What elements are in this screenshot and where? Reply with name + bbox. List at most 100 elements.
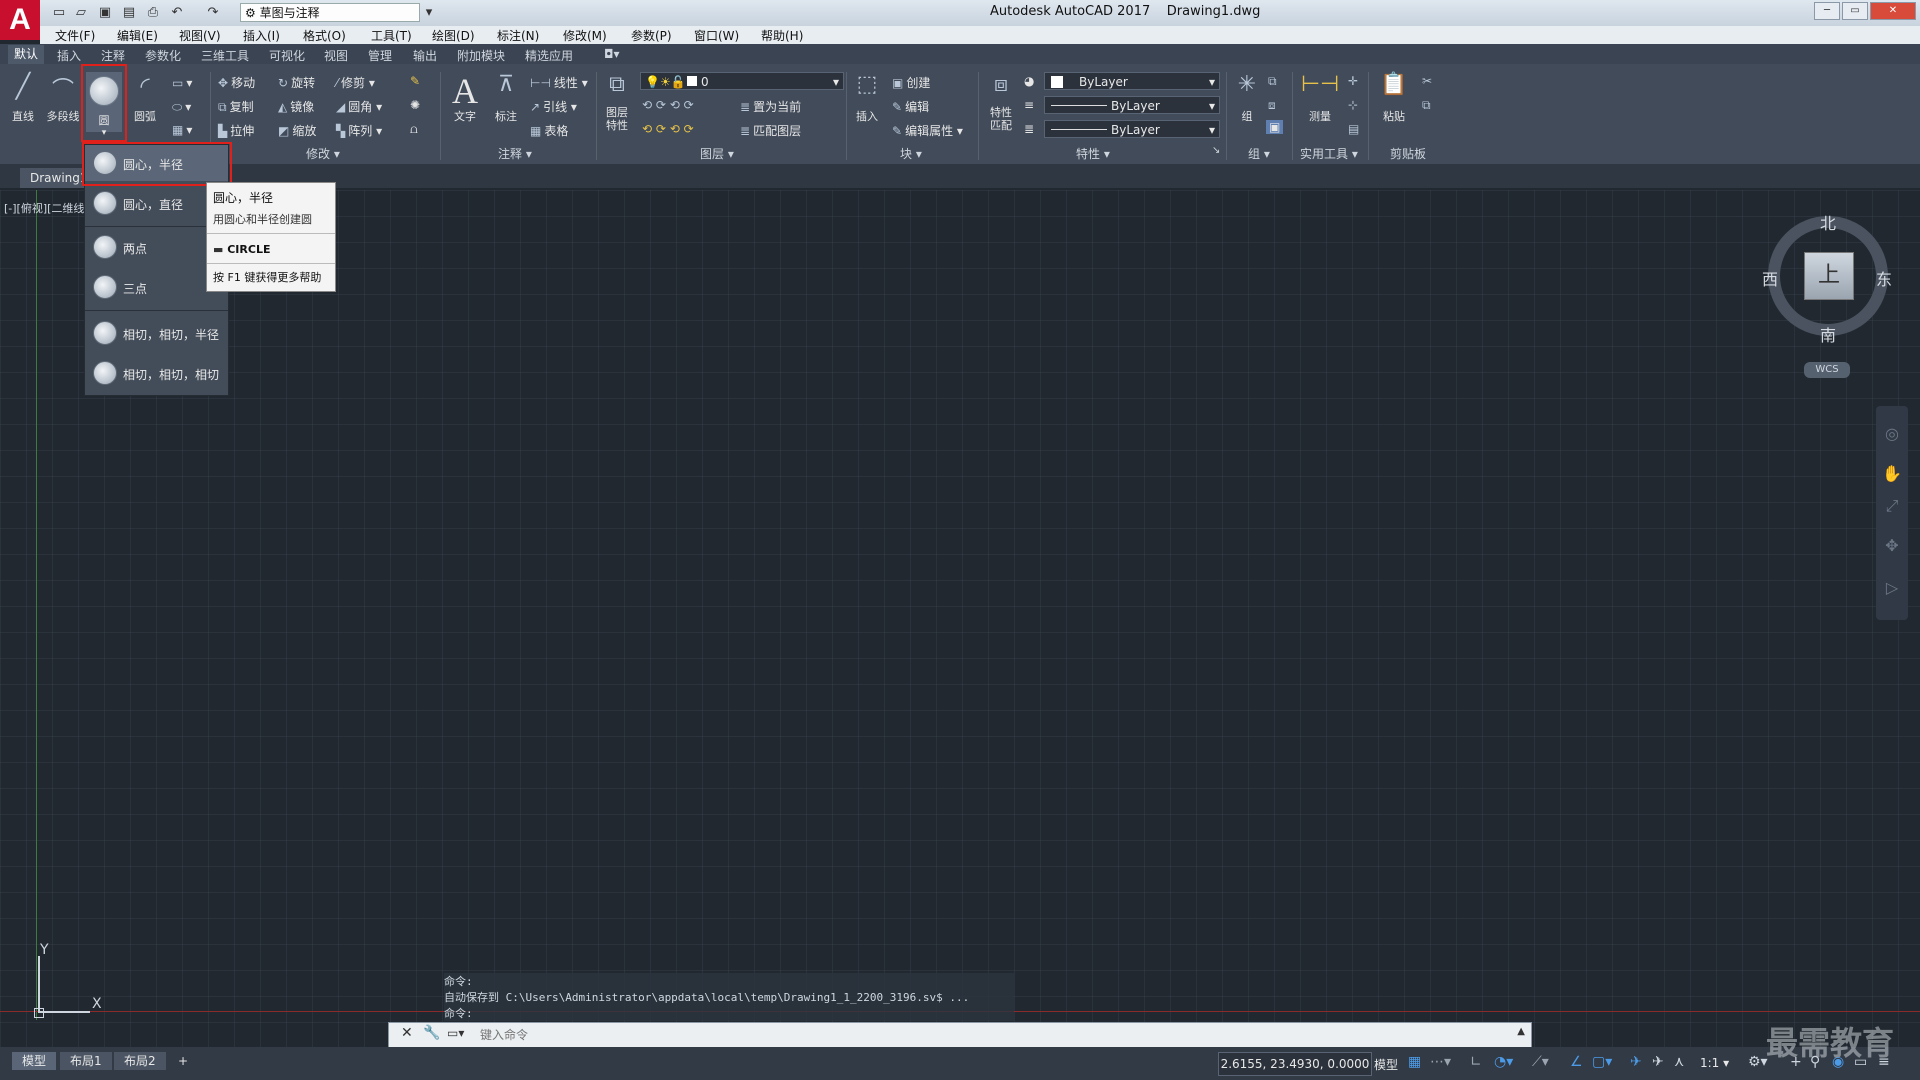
layers-panel-title[interactable]: 图层 ▾ [700, 145, 734, 162]
print-icon[interactable]: ⎙ [144, 4, 162, 22]
close-icon[interactable]: ✕ [401, 1025, 413, 1041]
lineweight-icon[interactable]: ≣ [1024, 122, 1034, 136]
leader-button[interactable]: ↗ 引线 ▾ [530, 98, 577, 115]
model-space-toggle[interactable]: 模型 [1374, 1056, 1398, 1073]
linetype-dropdown[interactable]: ByLayer ▾ [1044, 96, 1220, 114]
snap-icon[interactable]: ⋯▾ [1430, 1054, 1451, 1070]
compass-south[interactable]: 南 [1820, 322, 1836, 346]
menu-item-tan-tan-radius[interactable]: 相切，相切，半径 [85, 315, 228, 351]
command-prompt-icon[interactable]: ▭▾ [447, 1026, 464, 1040]
line-button[interactable]: ╱ 直线 [6, 72, 40, 124]
create-block-button[interactable]: ▣ 创建 [892, 74, 930, 91]
tab-3d-tools[interactable]: 三维工具 [201, 47, 249, 64]
coordinates-display[interactable]: 2.6155, 23.4930, 0.0000 [1218, 1052, 1372, 1076]
wrench-icon[interactable]: 🔧 [423, 1025, 440, 1041]
rotate-button[interactable]: ↻ 旋转 [278, 74, 315, 91]
utilities-panel-title[interactable]: 实用工具 ▾ [1300, 145, 1358, 162]
menu-dimension[interactable]: 标注(N) [497, 27, 539, 44]
point-icon[interactable]: ⊹ [1348, 98, 1358, 112]
minimize-button[interactable]: ─ [1814, 2, 1840, 20]
annotation-scale-icon[interactable]: ⋏ [1674, 1054, 1684, 1070]
annotation-panel-title[interactable]: 注释 ▾ [498, 145, 532, 162]
maximize-button[interactable]: ▭ [1842, 2, 1868, 20]
mirror-button[interactable]: ◭ 镜像 [278, 98, 314, 115]
stretch-button[interactable]: ▙ 拉伸 [218, 122, 254, 139]
erase-icon[interactable]: ✎ [410, 74, 420, 88]
tab-addins[interactable]: 附加模块 [457, 47, 505, 64]
menu-insert[interactable]: 插入(I) [243, 27, 280, 44]
layer-tools-row2[interactable]: ⟲ ⟳ ⟲ ⟳ [642, 122, 694, 136]
isodraft-icon[interactable]: ⟋▾ [1532, 1054, 1549, 1070]
polyline-button[interactable]: ⌒ 多段线 [44, 72, 82, 124]
menu-draw[interactable]: 绘图(D) [432, 27, 475, 44]
layer-properties-button[interactable]: ⧉ 图层 特性 [600, 72, 634, 132]
cut-icon[interactable]: ✂ [1422, 74, 1432, 88]
annotation-visibility-icon[interactable]: ✈ [1630, 1054, 1642, 1070]
steering-wheel-icon[interactable]: ◎ [1882, 424, 1902, 443]
workspace-dropdown[interactable]: ⚙ 草图与注释 [240, 3, 420, 22]
menu-item-tan-tan-tan[interactable]: 相切，相切，相切 [85, 355, 228, 391]
open-file-icon[interactable]: ▱ [72, 4, 90, 22]
application-menu-logo[interactable]: A [0, 0, 40, 40]
modify-panel-title[interactable]: 修改 ▾ [306, 145, 340, 162]
menu-window[interactable]: 窗口(W) [694, 27, 739, 44]
pan-icon[interactable]: ✋ [1882, 464, 1902, 483]
osnap-icon[interactable]: ▢▾ [1592, 1054, 1612, 1070]
command-input[interactable] [478, 1025, 1522, 1045]
tab-layout2[interactable]: 布局2 [114, 1052, 166, 1070]
scale-dropdown[interactable]: 1:1 ▾ [1700, 1056, 1729, 1070]
tab-view[interactable]: 视图 [324, 47, 348, 64]
fillet-button[interactable]: ◢ 圆角 ▾ [336, 98, 382, 115]
tab-manage[interactable]: 管理 [368, 47, 392, 64]
menu-view[interactable]: 视图(V) [179, 27, 221, 44]
workspace-gear-icon[interactable]: ⚙▾ [1748, 1054, 1768, 1070]
boundary-icon[interactable]: ▦ ▾ [172, 123, 192, 137]
menu-tools[interactable]: 工具(T) [371, 27, 412, 44]
properties-panel-title[interactable]: 特性 ▾ [1076, 145, 1110, 162]
ortho-icon[interactable]: ∟ [1470, 1054, 1482, 1070]
color-dropdown[interactable]: ByLayer ▾ [1044, 72, 1220, 90]
group-button[interactable]: ✳ 组 [1230, 72, 1264, 124]
layer-tools-row1[interactable]: ⟲ ⟳ ⟲ ⟳ [642, 98, 694, 112]
viewcube-top-face[interactable]: 上 [1804, 252, 1854, 300]
ribbon-toggle-icon[interactable]: ◘▾ [604, 47, 620, 61]
polar-icon[interactable]: ◔▾ [1494, 1054, 1513, 1070]
customize-qat-icon[interactable]: ▾ [420, 4, 438, 22]
osnap-tracking-icon[interactable]: ∠ [1570, 1054, 1583, 1070]
tab-insert[interactable]: 插入 [57, 47, 81, 64]
copy-button[interactable]: ⧉ 复制 [218, 98, 254, 115]
menu-format[interactable]: 格式(O) [303, 27, 346, 44]
move-button[interactable]: ✥ 移动 [218, 74, 255, 91]
edit-block-button[interactable]: ✎ 编辑 [892, 98, 929, 115]
text-button[interactable]: A 文字 [448, 70, 482, 124]
group-select-icon[interactable]: ▣ [1266, 120, 1284, 134]
undo-icon[interactable]: ↶ [168, 4, 186, 22]
menu-edit[interactable]: 编辑(E) [117, 27, 158, 44]
scale-button[interactable]: ◩ 缩放 [278, 122, 316, 139]
groups-panel-title[interactable]: 组 ▾ [1248, 145, 1270, 162]
save-as-icon[interactable]: ▤ [120, 4, 138, 22]
compass-east[interactable]: 东 [1876, 266, 1892, 290]
auto-scale-icon[interactable]: ✈ [1652, 1054, 1664, 1070]
id-point-icon[interactable]: ✛ [1348, 74, 1358, 88]
insert-block-button[interactable]: ⬚ 插入 [850, 72, 884, 124]
hatch-icon[interactable]: ⬭ ▾ [172, 100, 191, 115]
edit-attributes-button[interactable]: ✎ 编辑属性 ▾ [892, 122, 963, 139]
redo-icon[interactable]: ↷ [204, 4, 222, 22]
menu-parametric[interactable]: 参数(P) [631, 27, 672, 44]
clipboard-panel-title[interactable]: 剪贴板 [1390, 145, 1426, 162]
table-button[interactable]: ▦ 表格 [530, 122, 568, 139]
menu-modify[interactable]: 修改(M) [563, 27, 607, 44]
properties-dialog-launcher[interactable]: ↘ [1212, 145, 1220, 156]
arc-button[interactable]: ◜ 圆弧 [128, 72, 162, 124]
layer-dropdown[interactable]: 💡☀🔓 0 ▾ [640, 72, 844, 90]
tab-layout1[interactable]: 布局1 [60, 1052, 112, 1070]
offset-icon[interactable]: ⩍ [410, 122, 418, 137]
copy-clip-icon[interactable]: ⧉ [1422, 98, 1431, 113]
trim-button[interactable]: ⁄ 修剪 ▾ [336, 74, 375, 91]
paste-button[interactable]: 📋 粘贴 [1374, 72, 1414, 124]
tab-parametric[interactable]: 参数化 [145, 47, 181, 64]
match-properties-button[interactable]: ⧈ 特性 匹配 [984, 72, 1018, 132]
dimension-button[interactable]: ⊼ 标注 [488, 72, 524, 124]
measure-button[interactable]: ⊢⊣ 测量 [1300, 72, 1340, 124]
